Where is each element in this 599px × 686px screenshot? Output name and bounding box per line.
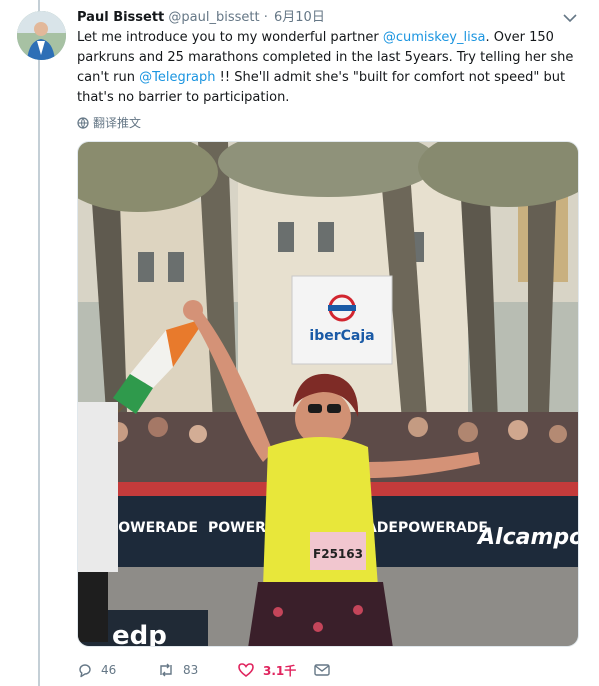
tweet-actions: 46 83 3.1千 [77,658,497,682]
ground-text: edp [112,621,167,647]
sign-text: iberCaja [309,328,374,344]
retweet-button[interactable]: 83 [157,662,237,678]
caret-down-icon[interactable] [560,10,580,26]
mention-link[interactable]: @cumiskey_lisa [383,30,486,45]
banner-text: POWERADE [108,520,198,536]
like-count: 3.1千 [263,663,297,678]
reply-icon [79,664,91,678]
heart-icon [238,663,254,677]
tweet-photo[interactable]: POWERADE POWERADE POWERADE POWERADE Alca… [77,141,579,647]
banner-text: POWERADE [398,520,488,536]
author-handle[interactable]: @paul_bissett [168,10,259,25]
retweet-count: 83 [183,663,199,677]
avatar[interactable] [17,11,66,60]
thread-line [38,0,40,686]
translate-tweet[interactable]: 翻译推文 [77,114,141,131]
banner-text: Alcampo [476,525,579,550]
bib-number: F25163 [313,547,363,561]
direct-message-button[interactable] [313,662,343,678]
mention-link[interactable]: @Telegraph [139,70,215,85]
tweet-header: Paul Bissett @paul_bissett · 6月10日 [77,9,325,27]
like-button[interactable]: 3.1千 [237,662,313,679]
reply-button[interactable]: 46 [77,662,157,678]
tweet-text-part: Let me introduce you to my wonderful par… [77,30,383,45]
separator-dot: · [263,10,268,25]
reply-count: 46 [101,663,117,677]
globe-icon [77,116,89,129]
tweet-date[interactable]: 6月10日 [274,10,325,25]
translate-label: 翻译推文 [93,116,142,130]
avatar-image [17,11,66,60]
retweet-icon [160,663,172,677]
message-icon [314,664,330,676]
tweet-text: Let me introduce you to my wonderful par… [77,28,577,108]
author-name[interactable]: Paul Bissett [77,10,164,25]
